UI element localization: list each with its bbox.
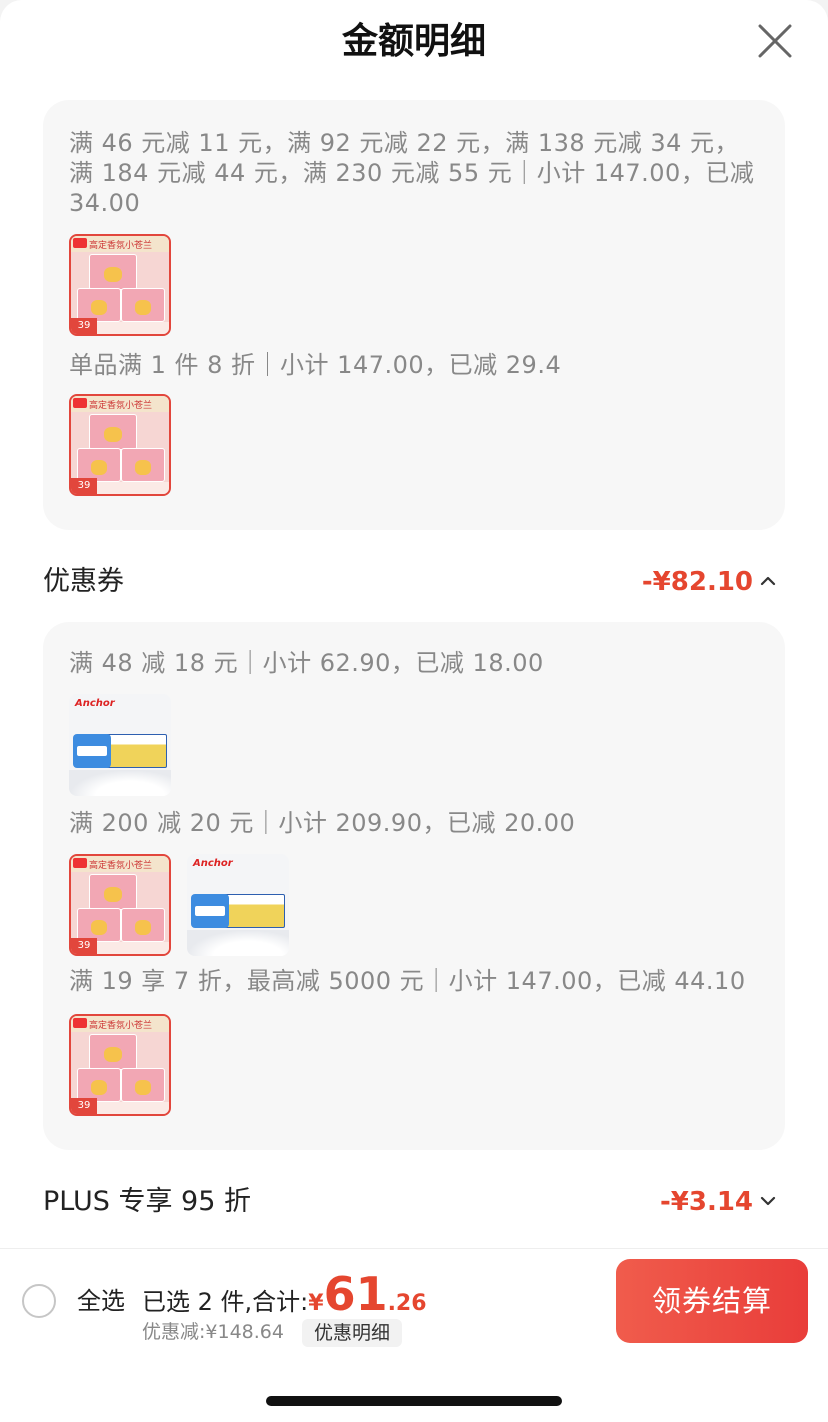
promo-card: 满 46 元减 11 元，满 92 元减 22 元，满 138 元减 34 元，… — [43, 100, 785, 530]
checkout-bar: 全选 已选 2 件,合计:¥61.26 优惠减:¥148.64 优惠明细 领券结… — [0, 1248, 828, 1350]
product-thumbnail[interactable]: 高定香氛小苍兰 39 — [69, 394, 171, 496]
product-price-tag: 39 — [71, 938, 97, 954]
close-button[interactable] — [752, 18, 798, 64]
anchor-logo: Anchor — [75, 698, 115, 709]
product-price-tag: 39 — [71, 478, 97, 494]
plus-section-amount: -¥3.14 — [659, 1187, 753, 1217]
coupon-section-label: 优惠券 — [43, 566, 124, 597]
anchor-logo: Anchor — [193, 858, 233, 869]
close-icon — [758, 24, 792, 58]
coupon-rule-text: 满 48 减 18 元｜小计 62.90，已减 18.00 — [69, 649, 544, 677]
product-thumbnail[interactable]: Anchor — [187, 854, 289, 956]
total-decimal: .26 — [387, 1291, 427, 1316]
select-all-checkbox[interactable] — [22, 1284, 56, 1318]
sheet-title: 金额明细 — [341, 21, 486, 62]
coupon-rule-text: 满 19 享 7 折，最高减 5000 元｜小计 147.00，已减 44.10 — [69, 967, 746, 995]
promo-rule-text: 满 46 元减 11 元，满 92 元减 22 元，满 138 元减 34 元，… — [69, 129, 755, 217]
product-thumbnail[interactable]: 高定香氛小苍兰 39 — [69, 1014, 171, 1116]
home-indicator-area — [0, 1350, 828, 1422]
total-summary: 已选 2 件,合计:¥61.26 — [142, 1269, 427, 1319]
selected-count-text: 已选 2 件,合计: — [142, 1288, 309, 1316]
detail-scroll-area[interactable]: 满 46 元减 11 元，满 92 元减 22 元，满 138 元减 34 元，… — [0, 94, 828, 1248]
chevron-up-icon[interactable] — [759, 572, 777, 590]
total-integer: 61 — [323, 1267, 388, 1321]
home-indicator[interactable] — [266, 1396, 562, 1406]
chevron-down-icon[interactable] — [759, 1192, 777, 1210]
coupon-section-amount: -¥82.10 — [641, 567, 753, 597]
checkout-button[interactable]: 领券结算 — [616, 1259, 808, 1343]
total-currency: ¥ — [308, 1291, 324, 1316]
amount-detail-sheet: 金额明细 满 46 元减 11 元，满 92 元减 22 元，满 138 元减 … — [0, 0, 828, 1248]
saved-amount: 优惠减:¥148.64 — [142, 1321, 284, 1343]
product-thumbnail[interactable]: 高定香氛小苍兰 39 — [69, 234, 171, 336]
select-all-label[interactable]: 全选 — [77, 1285, 125, 1317]
product-price-tag: 39 — [71, 1098, 97, 1114]
product-thumbnail[interactable]: Anchor — [69, 694, 171, 796]
discount-detail-button[interactable]: 优惠明细 — [302, 1319, 403, 1347]
product-price-tag: 39 — [71, 318, 97, 334]
product-thumbnail[interactable]: 高定香氛小苍兰 39 — [69, 854, 171, 956]
coupon-section-header[interactable]: 优惠券 -¥82.10 — [43, 562, 785, 602]
coupon-card: 满 48 减 18 元｜小计 62.90，已减 18.00 Anchor 满 2… — [43, 622, 785, 1150]
plus-section-header[interactable]: PLUS 专享 95 折 -¥3.14 — [43, 1182, 785, 1222]
coupon-rule-text: 满 200 减 20 元｜小计 209.90，已减 20.00 — [69, 809, 576, 837]
plus-section-label: PLUS 专享 95 折 — [43, 1186, 251, 1217]
promo-rule-text: 单品满 1 件 8 折｜小计 147.00，已减 29.4 — [69, 351, 562, 379]
